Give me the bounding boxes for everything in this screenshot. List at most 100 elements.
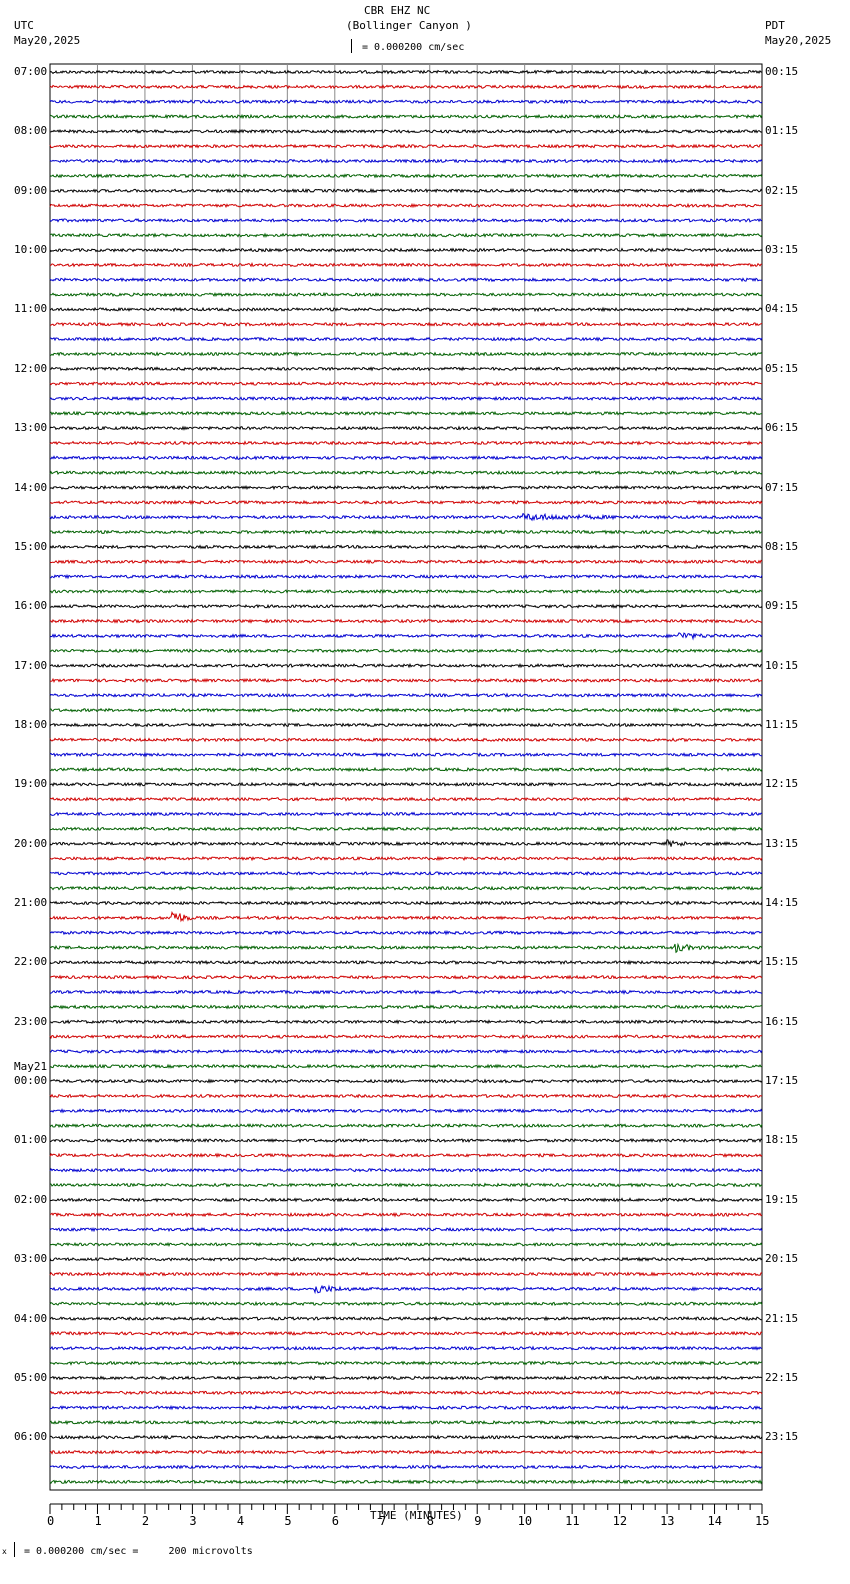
seismic-trace — [49, 781, 763, 788]
seismic-trace — [49, 1300, 763, 1307]
seismic-trace — [49, 217, 763, 223]
seismic-trace — [49, 366, 763, 372]
seismic-trace — [49, 1019, 763, 1025]
utc-hour-label: 14:00 — [14, 480, 48, 494]
utc-hour-label: 22:00 — [14, 955, 48, 969]
x-tick-label: 14 — [707, 1514, 722, 1528]
seismic-trace — [49, 974, 763, 980]
seismic-trace — [49, 910, 763, 923]
seismic-trace — [49, 885, 763, 891]
pdt-hour-label: 17:15 — [765, 1074, 799, 1088]
x-tick-label: 0 — [47, 1514, 55, 1528]
pdt-hour-label: 02:15 — [765, 183, 799, 197]
seismic-trace — [49, 321, 763, 327]
x-tick-label: 15 — [755, 1514, 770, 1528]
pdt-hour-label: 11:15 — [765, 717, 799, 731]
seismic-trace — [49, 1226, 763, 1233]
pdt-hour-label: 10:15 — [765, 658, 799, 672]
seismic-trace — [49, 1167, 763, 1173]
seismic-trace — [50, 351, 763, 357]
pdt-hour-label: 09:15 — [765, 599, 799, 613]
seismic-trace — [49, 929, 763, 936]
seismic-trace — [49, 143, 763, 149]
pdt-hour-label: 12:15 — [765, 777, 799, 791]
seismic-trace — [49, 84, 763, 90]
seismic-trace — [49, 722, 763, 728]
seismic-trace — [49, 751, 762, 758]
seismic-trace — [49, 796, 763, 802]
plot-frame — [49, 63, 763, 1491]
seismic-trace — [49, 277, 763, 283]
seismic-trace — [49, 262, 763, 268]
utc-hour-label: 08:00 — [14, 124, 48, 138]
seismic-trace — [49, 1122, 763, 1129]
seismic-trace — [49, 512, 763, 522]
pdt-hour-label: 19:15 — [765, 1192, 799, 1206]
seismic-trace — [49, 1078, 763, 1084]
pdt-hour-label: 04:15 — [765, 302, 799, 316]
seismic-trace — [49, 395, 763, 402]
date-change-label: May21 — [14, 1060, 48, 1074]
seismic-trace — [49, 826, 763, 832]
seismic-trace — [49, 603, 763, 609]
seismic-trace — [49, 1034, 763, 1040]
seismic-trace — [49, 1108, 763, 1114]
seismic-trace — [49, 839, 763, 847]
utc-hour-label: 20:00 — [14, 836, 48, 850]
seismic-trace — [49, 1271, 763, 1277]
seismic-trace — [49, 855, 763, 862]
utc-hour-label: 03:00 — [14, 1252, 48, 1266]
pdt-hour-label: 18:15 — [765, 1133, 799, 1147]
seismic-trace — [49, 336, 763, 342]
seismic-trace — [49, 959, 763, 966]
pdt-hour-label: 21:15 — [765, 1311, 799, 1325]
utc-hour-label: 10:00 — [14, 243, 48, 257]
seismic-trace — [49, 440, 763, 446]
utc-hour-label: 04:00 — [14, 1311, 48, 1325]
seismic-trace — [49, 766, 763, 773]
seismic-trace — [50, 573, 763, 580]
seismic-trace — [49, 113, 763, 120]
seismic-trace — [49, 410, 763, 416]
seismic-trace — [49, 811, 763, 817]
utc-hour-label: 11:00 — [14, 302, 48, 316]
utc-hour-label: 17:00 — [14, 658, 48, 672]
seismic-trace — [49, 529, 762, 535]
seismic-trace — [49, 1182, 763, 1188]
pdt-hour-label: 22:15 — [765, 1370, 799, 1384]
utc-hour-label: 07:00 — [14, 65, 48, 78]
seismic-trace — [49, 1004, 763, 1010]
x-tick-label: 1 — [94, 1514, 102, 1528]
pdt-hour-label: 14:15 — [765, 896, 799, 910]
utc-hour-label: 16:00 — [14, 599, 48, 613]
utc-hour-label: 06:00 — [14, 1430, 48, 1444]
seismic-trace — [49, 1048, 763, 1055]
seismic-trace — [49, 1241, 763, 1248]
pdt-hour-label: 06:15 — [765, 421, 799, 435]
pdt-hour-label: 01:15 — [765, 124, 799, 138]
x-tick-label: 11 — [565, 1514, 580, 1528]
seismic-trace — [49, 188, 763, 194]
utc-hour-label: 19:00 — [14, 777, 48, 791]
seismic-trace — [49, 1284, 763, 1295]
utc-hour-label: 21:00 — [14, 896, 48, 910]
seismic-trace — [49, 425, 763, 431]
x-tick-label: 13 — [660, 1514, 675, 1528]
pdt-hour-label: 00:15 — [765, 65, 799, 78]
helicorder-plot — [49, 63, 763, 1514]
utc-hour-label: 13:00 — [14, 421, 48, 435]
seismic-trace — [49, 618, 763, 624]
seismic-trace — [49, 989, 763, 995]
seismic-trace — [49, 202, 763, 209]
seismic-trace — [49, 128, 763, 134]
seismic-trace — [49, 1419, 763, 1426]
seismic-trace — [49, 291, 763, 298]
pdt-hour-label: 08:15 — [765, 539, 799, 553]
pdt-hour-label: 16:15 — [765, 1014, 799, 1028]
x-tick-label: 3 — [189, 1514, 197, 1528]
x-tick-label: 6 — [331, 1514, 340, 1528]
seismic-trace — [49, 1390, 763, 1396]
seismic-trace — [49, 499, 763, 506]
seismic-trace — [49, 1315, 763, 1322]
seismic-trace — [49, 1093, 763, 1099]
